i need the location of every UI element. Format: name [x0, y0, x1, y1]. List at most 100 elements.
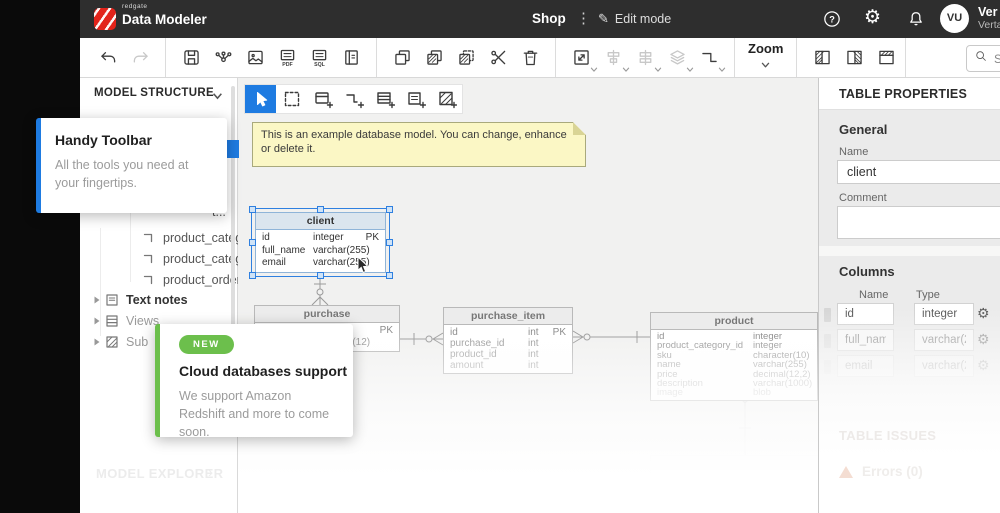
column-name: name	[657, 360, 753, 369]
toolbar-divider	[905, 38, 906, 78]
column-settings-gear-icon[interactable]: ⚙	[977, 357, 990, 374]
share-button[interactable]	[209, 43, 237, 73]
toggle-top-panel-button[interactable]	[872, 43, 900, 73]
toolbar-divider	[555, 38, 556, 78]
align-vertical-icon	[635, 47, 656, 68]
connector-style-icon	[699, 47, 720, 68]
export-sql-button[interactable]: SQL	[305, 43, 333, 73]
shop-link[interactable]: Shop	[532, 0, 566, 38]
toggle-right-panel-button[interactable]	[840, 43, 868, 73]
export-image-button[interactable]	[241, 43, 269, 73]
sidebar-scrollbar[interactable]	[231, 86, 235, 358]
paste-icon	[424, 47, 445, 68]
column-name: price	[657, 370, 753, 379]
column-name: purchase_id	[450, 338, 528, 349]
export-pdf-button[interactable]: PDF	[273, 43, 301, 73]
column-type-field[interactable]	[914, 329, 974, 351]
toolbar-divider	[376, 38, 377, 78]
chevron-down-icon	[590, 67, 598, 73]
edit-mode-toggle[interactable]: ✎Edit mode	[598, 0, 671, 38]
table-comment-field[interactable]	[837, 206, 1000, 239]
column-name-field[interactable]	[837, 329, 894, 351]
connector-style-button[interactable]	[695, 43, 723, 73]
tree-item-label: Sub	[126, 335, 148, 349]
caret-right-icon[interactable]	[93, 338, 101, 346]
diagram-canvas[interactable]: This is an example database model. You c…	[238, 78, 818, 513]
drag-handle[interactable]	[824, 360, 831, 374]
column-type: int	[528, 360, 550, 371]
panel-top-icon	[876, 47, 897, 68]
cloud-databases-popup: NEW Cloud databases support We support A…	[155, 324, 353, 437]
column-name: description	[657, 379, 753, 388]
layers-button	[663, 43, 691, 73]
undo-button[interactable]	[94, 43, 122, 73]
delete-button[interactable]	[516, 43, 544, 73]
popup-title: Cloud databases support	[179, 363, 353, 379]
zoom-dropdown[interactable]: Zoom	[748, 42, 783, 74]
search-input[interactable]: S	[966, 45, 1000, 72]
column-name: product_category_id	[657, 341, 753, 350]
cut-button[interactable]	[484, 43, 512, 73]
redo-icon	[130, 47, 151, 68]
table-header[interactable]: client	[256, 213, 385, 230]
diagram-table-purchase_item[interactable]: purchase_itemidintPKpurchase_idintproduc…	[443, 307, 573, 374]
handy-toolbar-popup: Handy Toolbar All the tools you need at …	[36, 118, 227, 213]
panel-right-icon	[844, 47, 865, 68]
add-view-tool[interactable]	[369, 85, 400, 113]
marquee-tool[interactable]	[276, 85, 307, 113]
add-note-tool[interactable]	[400, 85, 431, 113]
table-column-row: idinteger	[651, 332, 817, 341]
table-header[interactable]: purchase_item	[444, 308, 572, 325]
notifications-bell-icon[interactable]	[906, 9, 926, 29]
table-name-field[interactable]	[837, 160, 1000, 184]
faded-table	[650, 455, 818, 487]
paste-button[interactable]	[420, 43, 448, 73]
diagram-table-product[interactable]: productidintegerproduct_category_idinteg…	[650, 312, 818, 401]
table-header[interactable]: product	[651, 313, 817, 330]
column-pk-flag	[550, 338, 566, 349]
add-note-icon	[406, 89, 426, 109]
column-settings-gear-icon[interactable]: ⚙	[977, 331, 990, 348]
selected-tree-item-fragment	[225, 140, 239, 158]
add-reference-tool[interactable]	[338, 85, 369, 113]
documentation-button[interactable]	[337, 43, 365, 73]
settings-gear-icon[interactable]: ⚙	[864, 7, 881, 29]
column-row-id: ⚙	[819, 303, 1000, 327]
resize-button[interactable]	[567, 43, 595, 73]
tree-item-text-notes[interactable]: Text notes	[80, 290, 245, 310]
column-settings-gear-icon[interactable]: ⚙	[977, 305, 990, 322]
model-explorer-label: MODEL EXPLORER	[96, 466, 223, 481]
paste-format-button[interactable]	[452, 43, 480, 73]
column-pk-flag: PK	[550, 327, 566, 338]
column-name-field[interactable]	[837, 303, 894, 325]
help-icon[interactable]: ?	[822, 9, 842, 29]
drag-handle[interactable]	[824, 308, 831, 322]
caret-right-icon[interactable]	[93, 317, 101, 325]
add-table-tool[interactable]	[307, 85, 338, 113]
name-label: Name	[839, 146, 868, 158]
caret-right-icon[interactable]	[93, 296, 101, 304]
chevron-down-icon	[718, 67, 726, 73]
section-divider	[819, 246, 1000, 256]
popup-title: Handy Toolbar	[55, 132, 213, 148]
column-type-field[interactable]	[914, 355, 974, 377]
column-type: int	[528, 327, 550, 338]
column-type-field[interactable]	[914, 303, 974, 325]
table-header[interactable]: purchase	[255, 306, 399, 323]
drag-handle[interactable]	[824, 334, 831, 348]
top-bar: redgate Data Modeler Shop ⋮ ✎Edit mode ?…	[80, 0, 1000, 38]
column-name: amount	[450, 360, 528, 371]
save-button[interactable]	[177, 43, 205, 73]
text-note[interactable]: This is an example database model. You c…	[252, 122, 586, 167]
user-avatar[interactable]: VU	[940, 4, 969, 33]
add-view-icon	[375, 89, 395, 109]
errors-row: Errors (0)	[839, 464, 923, 479]
copy-button[interactable]	[388, 43, 416, 73]
column-name-field[interactable]	[837, 355, 894, 377]
toggle-left-panel-button[interactable]	[808, 43, 836, 73]
select-tool[interactable]	[245, 85, 276, 113]
add-subject-area-tool[interactable]	[431, 85, 462, 113]
align-vertical-button	[631, 43, 659, 73]
kebab-menu-icon[interactable]: ⋮	[576, 0, 591, 38]
share-icon	[213, 47, 234, 68]
